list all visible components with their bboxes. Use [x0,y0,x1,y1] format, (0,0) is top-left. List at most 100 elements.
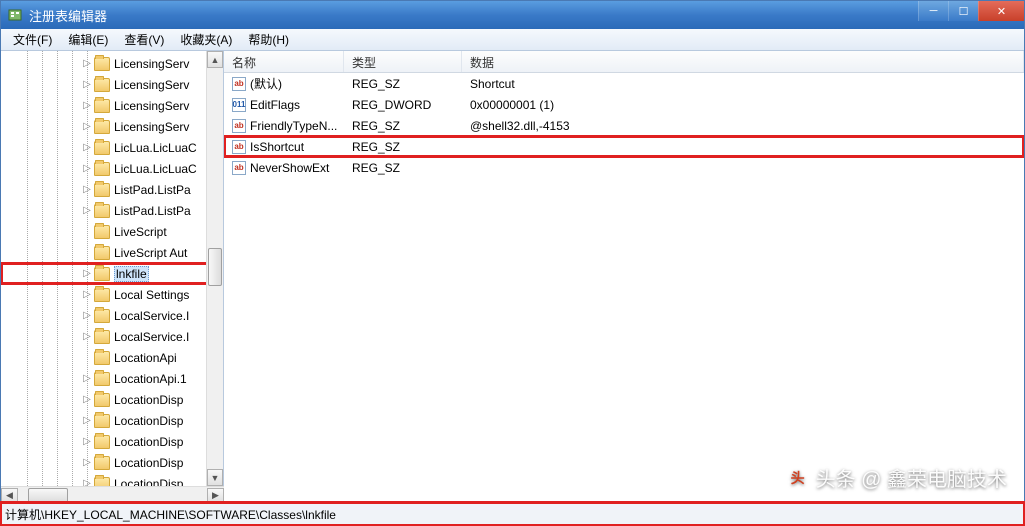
value-row[interactable]: abFriendlyTypeN...REG_SZ@shell32.dll,-41… [224,115,1024,136]
tree-item-local-settings[interactable]: ▷Local Settings [1,284,211,305]
regedit-icon [7,7,23,23]
tree-item-listpad-listpa[interactable]: ▷ListPad.ListPa [1,200,211,221]
content-area: ▷LicensingServ▷LicensingServ▷LicensingSe… [1,51,1024,486]
list-pane[interactable]: 名称 类型 数据 ab(默认)REG_SZShortcut011EditFlag… [224,51,1024,486]
tree-item-label: LicLua.LicLuaC [114,141,197,155]
expander-icon[interactable]: ▷ [81,121,93,132]
window-controls: ─ ☐ ✕ [918,1,1024,21]
menu-view[interactable]: 查看(V) [116,29,172,50]
value-type: REG_SZ [344,140,462,154]
expander-icon[interactable]: ▷ [81,289,93,300]
expander-icon[interactable]: ▷ [81,58,93,69]
value-row[interactable]: abIsShortcutREG_SZ [224,136,1024,157]
expander-icon[interactable]: ▷ [81,100,93,111]
maximize-button[interactable]: ☐ [948,1,978,21]
expander-icon[interactable]: ▷ [81,478,93,486]
value-row[interactable]: 011EditFlagsREG_DWORD0x00000001 (1) [224,94,1024,115]
window-title: 注册表编辑器 [29,6,107,25]
tree-item-locationdisp[interactable]: ▷ LocationDisp [1,389,211,410]
col-header-data[interactable]: 数据 [462,51,1024,72]
tree-item-licensingserv[interactable]: ▷ LicensingServ [1,53,211,74]
expander-icon[interactable]: ▷ [81,331,93,342]
scroll-thumb[interactable] [208,248,222,286]
menu-file[interactable]: 文件(F) [5,29,60,50]
tree-item-liclua-licluac[interactable]: ▷ LicLua.LicLuaC [1,137,211,158]
tree-item-livescript[interactable]: LiveScript [1,221,211,242]
tree-pane[interactable]: ▷LicensingServ▷LicensingServ▷LicensingSe… [1,51,224,486]
tree-item-locationdisp[interactable]: ▷ LocationDisp [1,473,211,486]
expander-icon[interactable]: ▷ [81,79,93,90]
menu-favorites[interactable]: 收藏夹(A) [172,29,240,50]
tree-item-label: LiveScript [114,225,167,239]
tree-item-label: LocationDisp [114,393,183,407]
tree-item-localservice-i[interactable]: ▷LocalService.I [1,305,211,326]
string-value-icon: ab [232,161,246,175]
value-row[interactable]: ab(默认)REG_SZShortcut [224,73,1024,94]
folder-icon [94,393,110,407]
expander-icon[interactable]: ▷ [81,163,93,174]
value-type: REG_DWORD [344,98,462,112]
tree-item-liclua-licluac[interactable]: ▷ LicLua.LicLuaC [1,158,211,179]
tree-item-licensingserv[interactable]: ▷LicensingServ [1,74,211,95]
value-name: EditFlags [250,98,300,112]
expander-icon[interactable]: ▷ [81,415,93,426]
expander-icon[interactable]: ▷ [81,436,93,447]
tree-item-livescript-aut[interactable]: LiveScript Aut [1,242,211,263]
tree-item-lnkfile[interactable]: ▷lnkfile [1,263,211,284]
tree-hscrollbar[interactable]: ◀ ▶ [1,486,224,503]
scroll-right-icon[interactable]: ▶ [207,488,224,503]
tree-item-localservice-i[interactable]: ▷ LocalService.I [1,326,211,347]
folder-icon [94,246,110,260]
tree-item-label: LicLua.LicLuaC [114,162,197,176]
minimize-button[interactable]: ─ [918,1,948,21]
folder-icon [94,351,110,365]
folder-icon [94,309,110,323]
expander-icon[interactable]: ▷ [81,142,93,153]
list-header: 名称 类型 数据 [224,51,1024,73]
value-row[interactable]: abNeverShowExtREG_SZ [224,157,1024,178]
menu-help[interactable]: 帮助(H) [240,29,297,50]
tree-item-locationdisp[interactable]: ▷LocationDisp [1,410,211,431]
value-data: Shortcut [462,77,1024,91]
tree-item-label: LocalService.I [114,330,189,344]
scroll-left-icon[interactable]: ◀ [1,488,18,503]
tree-item-label: LicensingServ [114,120,189,134]
folder-icon [94,225,110,239]
expander-icon[interactable]: ▷ [81,310,93,321]
titlebar[interactable]: 注册表编辑器 ─ ☐ ✕ [1,1,1024,29]
folder-icon [94,99,110,113]
tree-item-locationdisp[interactable]: ▷LocationDisp [1,431,211,452]
close-button[interactable]: ✕ [978,1,1024,21]
expander-icon[interactable]: ▷ [81,373,93,384]
folder-icon [94,183,110,197]
folder-icon [94,414,110,428]
scroll-up-icon[interactable]: ▲ [207,51,223,68]
tree-item-licensingserv[interactable]: ▷ LicensingServ [1,116,211,137]
scroll-down-icon[interactable]: ▼ [207,469,223,486]
string-value-icon: ab [232,119,246,133]
tree-vscrollbar[interactable]: ▲ ▼ [206,51,223,486]
tree-item-label: LocationDisp [114,477,183,487]
tree-item-locationapi-1[interactable]: ▷LocationApi.1 [1,368,211,389]
status-path: 计算机\HKEY_LOCAL_MACHINE\SOFTWARE\Classes\… [5,506,336,523]
expander-icon[interactable]: ▷ [81,394,93,405]
expander-icon[interactable]: ▷ [81,184,93,195]
list-body: ab(默认)REG_SZShortcut011EditFlagsREG_DWOR… [224,73,1024,486]
expander-icon[interactable]: ▷ [81,205,93,216]
tree-item-locationdisp[interactable]: ▷LocationDisp [1,452,211,473]
folder-icon [94,267,110,281]
tree-item-label: LicensingServ [114,57,189,71]
col-header-type[interactable]: 类型 [344,51,462,72]
expander-icon[interactable]: ▷ [81,457,93,468]
folder-icon [94,57,110,71]
menu-edit[interactable]: 编辑(E) [60,29,116,50]
tree-item-listpad-listpa[interactable]: ▷ListPad.ListPa [1,179,211,200]
tree-item-locationapi[interactable]: LocationApi [1,347,211,368]
expander-icon[interactable]: ▷ [81,268,93,279]
tree-item-licensingserv[interactable]: ▷LicensingServ [1,95,211,116]
value-name: NeverShowExt [250,161,329,175]
value-type: REG_SZ [344,77,462,91]
value-data: @shell32.dll,-4153 [462,119,1024,133]
hscroll-thumb[interactable] [28,488,68,503]
col-header-name[interactable]: 名称 [224,51,344,72]
